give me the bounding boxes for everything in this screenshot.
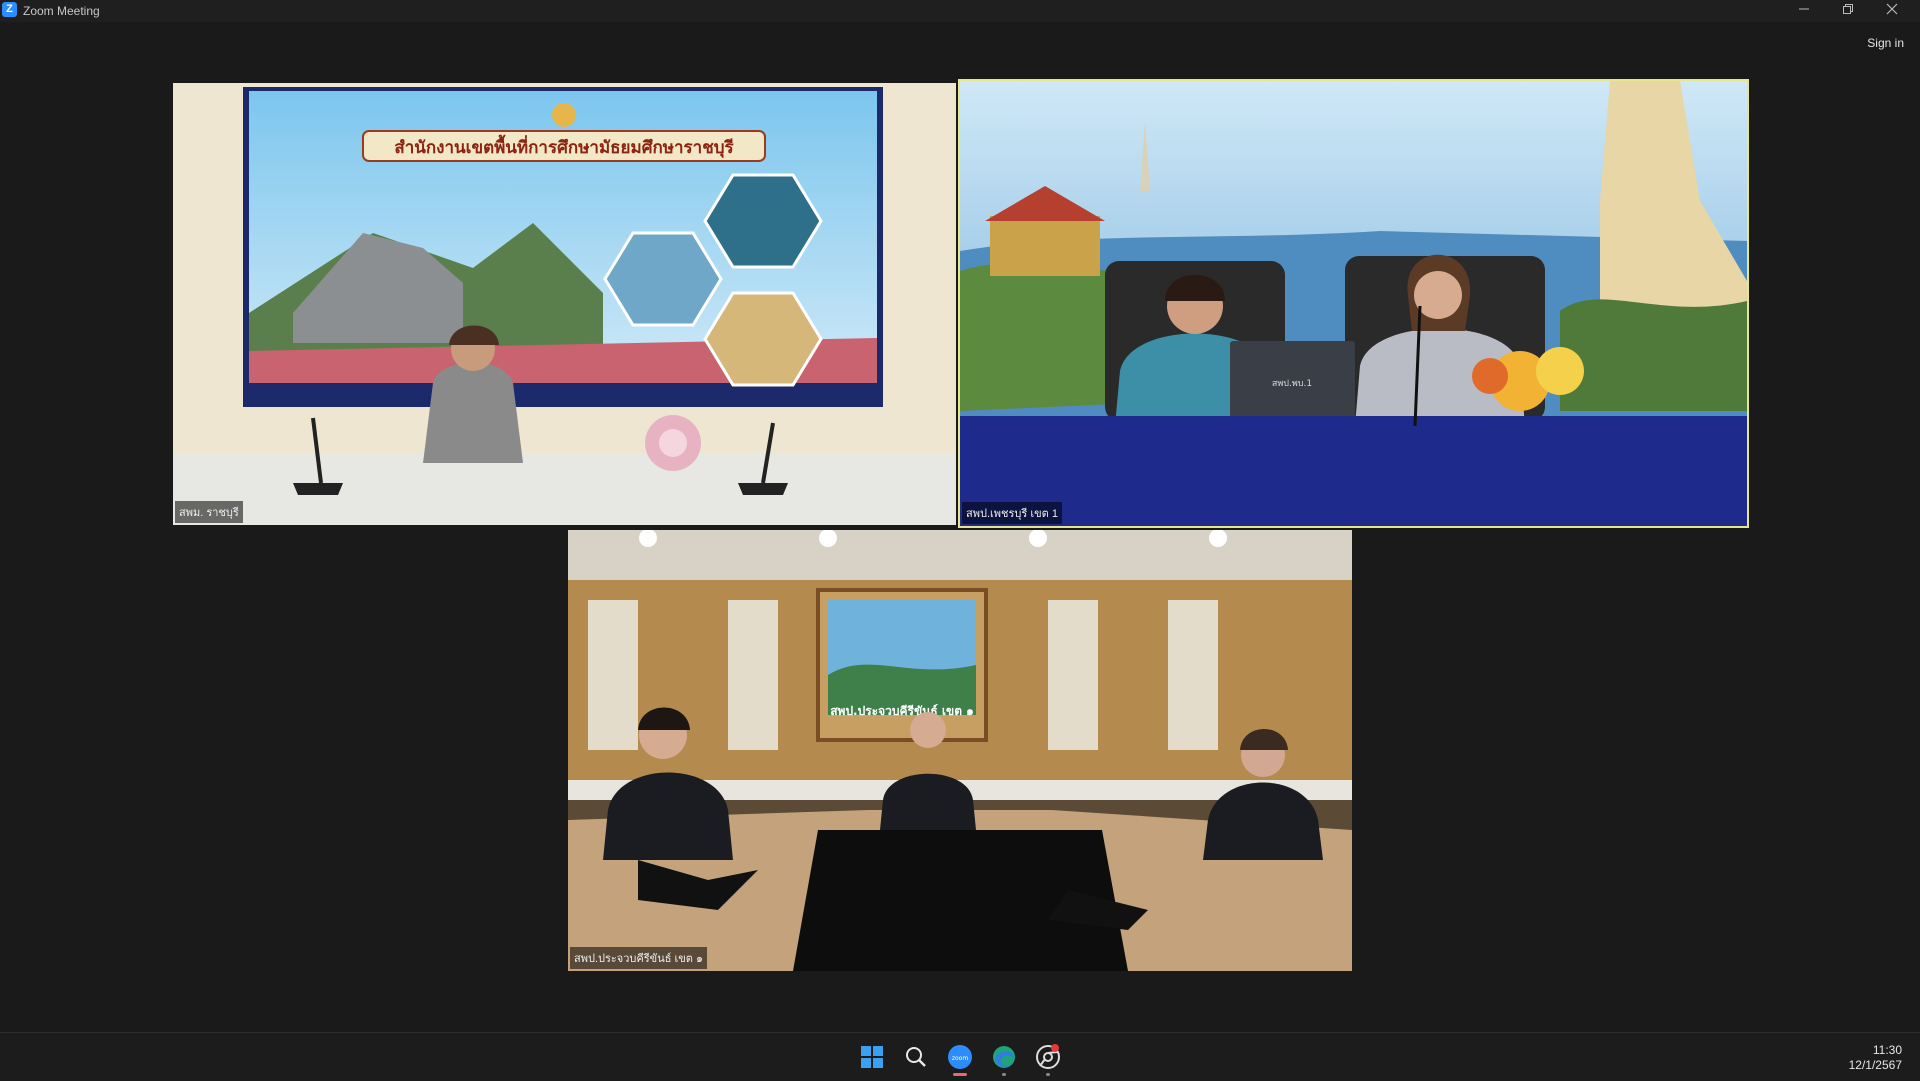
zoom-icon[interactable]: zoom — [944, 1041, 976, 1076]
zoom-logo-icon: Z — [2, 2, 17, 17]
edge-icon[interactable] — [988, 1041, 1020, 1076]
restore-icon — [1843, 4, 1853, 14]
search-icon[interactable] — [900, 1041, 932, 1073]
taskbar: zoom 11:30 12/1/2567 — [0, 1032, 1920, 1081]
banner-text: สำนักงานเขตพื้นที่การศึกษามัธยมศึกษาราชบ… — [394, 134, 734, 158]
running-app-indicator — [1046, 1073, 1050, 1076]
participant-name: สพป.เพชรบุรี เขต 1 — [962, 502, 1062, 524]
close-button[interactable] — [1870, 0, 1914, 22]
close-icon — [1886, 3, 1898, 15]
system-clock[interactable]: 11:30 12/1/2567 — [1849, 1043, 1902, 1073]
restore-button[interactable] — [1826, 0, 1870, 22]
video-feed-2: สพป.พบ.1 — [960, 81, 1747, 526]
minimize-button[interactable] — [1782, 0, 1826, 22]
video-tile-2-active-speaker[interactable]: สพป.พบ.1 สพป.เพชรบุรี เขต 1 — [958, 79, 1749, 528]
clock-time: 11:30 — [1872, 1043, 1902, 1057]
title-bar: Z Zoom Meeting — [0, 0, 1920, 22]
video-tile-1[interactable]: สำนักงานเขตพื้นที่การศึกษามัธยมศึกษาราชบ… — [173, 83, 956, 525]
running-app-indicator — [1002, 1073, 1006, 1076]
window-title: Zoom Meeting — [23, 4, 100, 18]
active-app-indicator — [953, 1073, 967, 1076]
video-feed-3: สพป.ประจวบคีรีขันธ์ เขต ๑ — [568, 530, 1352, 971]
minimize-icon — [1799, 8, 1809, 10]
windows-start-icon[interactable] — [856, 1041, 888, 1073]
video-tile-3[interactable]: สพป.ประจวบคีรีขันธ์ เขต ๑ สพป.ประจวบคีรี… — [568, 530, 1352, 971]
laptop-sticker-text: สพป.พบ.1 — [1272, 379, 1312, 389]
svg-text:zoom: zoom — [952, 1055, 968, 1062]
chrome-icon[interactable] — [1032, 1041, 1064, 1076]
clock-date: 12/1/2567 — [1848, 1058, 1902, 1072]
video-feed-1: สำนักงานเขตพื้นที่การศึกษามัธยมศึกษาราชบ… — [173, 83, 956, 525]
wall-frame-text: สพป.ประจวบคีรีขันธ์ เขต ๑ — [830, 704, 974, 718]
participant-name: สพป.ประจวบคีรีขันธ์ เขต ๑ — [570, 947, 707, 969]
participant-name: สพม. ราชบุรี — [175, 501, 243, 523]
sign-in-button[interactable]: Sign in — [1863, 34, 1908, 52]
